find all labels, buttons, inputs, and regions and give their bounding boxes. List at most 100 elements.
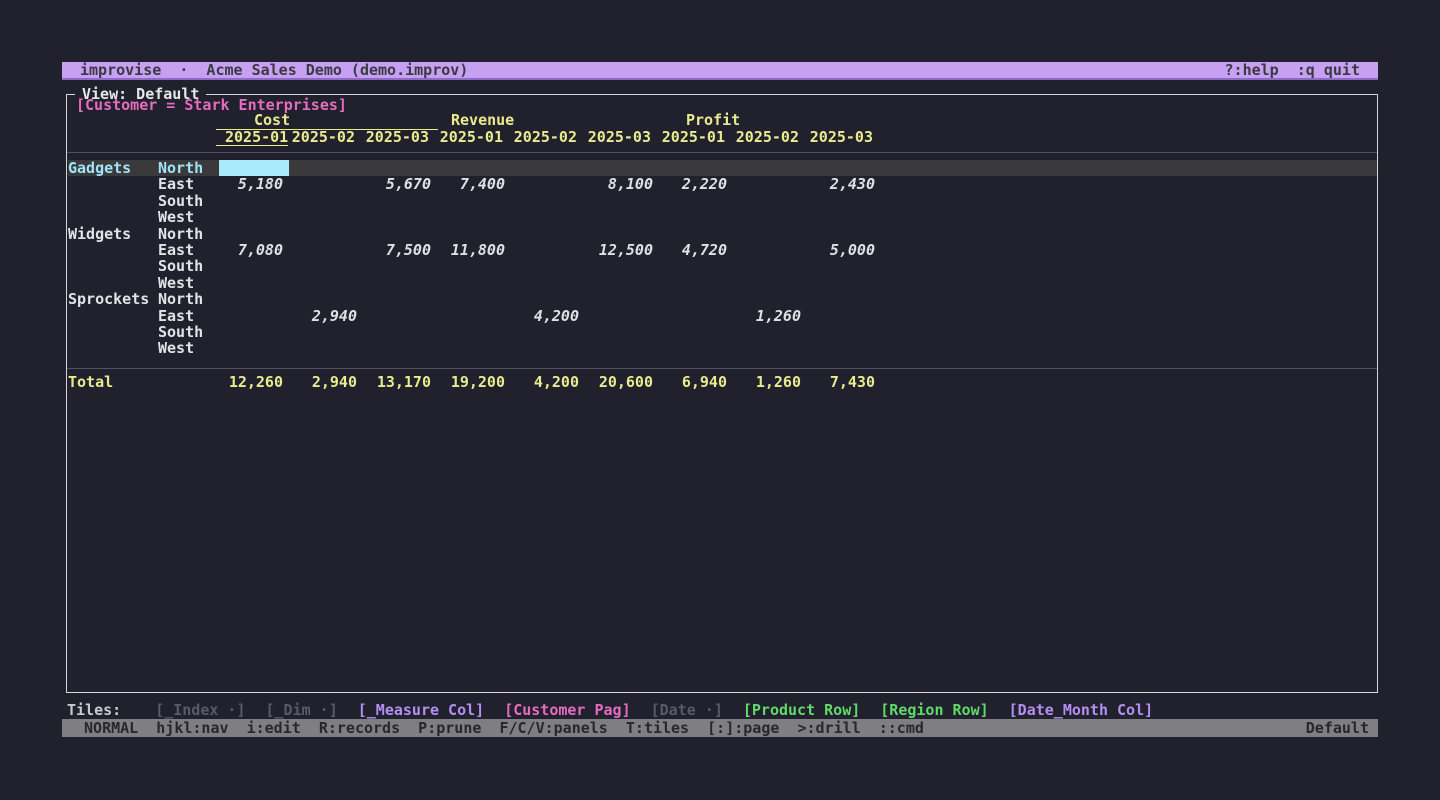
value-cell[interactable]	[734, 176, 808, 192]
value-cell[interactable]	[808, 226, 882, 242]
product-label[interactable]: Widgets	[68, 226, 158, 242]
cursor-cell[interactable]	[219, 160, 289, 176]
value-cell[interactable]	[586, 291, 660, 307]
value-cell[interactable]	[290, 176, 364, 192]
value-cell[interactable]	[660, 193, 734, 209]
tile[interactable]: [Region Row]	[880, 701, 988, 719]
value-cell[interactable]	[216, 275, 290, 291]
region-label[interactable]: West	[158, 209, 216, 225]
value-cell[interactable]	[660, 160, 734, 176]
region-label[interactable]: North	[158, 226, 216, 242]
value-cell[interactable]	[438, 226, 512, 242]
product-label[interactable]	[68, 242, 158, 258]
tile[interactable]: [_Index ·]	[155, 701, 245, 719]
value-cell[interactable]	[290, 193, 364, 209]
value-cell[interactable]	[364, 226, 438, 242]
region-label[interactable]: West	[158, 340, 216, 356]
value-cell[interactable]	[364, 340, 438, 356]
value-cell[interactable]: 8,100	[586, 176, 660, 192]
value-cell[interactable]	[512, 324, 586, 340]
product-label[interactable]	[68, 340, 158, 356]
value-cell[interactable]	[290, 258, 364, 274]
value-cell[interactable]	[512, 275, 586, 291]
value-cell[interactable]	[660, 340, 734, 356]
value-cell[interactable]	[586, 308, 660, 324]
value-cell[interactable]: 7,080	[216, 242, 290, 258]
month-header[interactable]: 2025-02	[734, 129, 808, 146]
tile[interactable]: [_Dim ·]	[266, 701, 338, 719]
value-cell[interactable]: 4,200	[512, 308, 586, 324]
value-cell[interactable]	[438, 291, 512, 307]
product-label[interactable]	[68, 258, 158, 274]
product-label[interactable]	[68, 209, 158, 225]
value-cell[interactable]: 5,180	[216, 176, 290, 192]
value-cell[interactable]	[512, 340, 586, 356]
value-cell[interactable]	[438, 209, 512, 225]
value-cell[interactable]	[660, 308, 734, 324]
value-cell[interactable]	[512, 160, 586, 176]
value-cell[interactable]	[438, 258, 512, 274]
value-cell[interactable]	[290, 324, 364, 340]
value-cell[interactable]	[660, 291, 734, 307]
value-cell[interactable]	[734, 209, 808, 225]
value-cell[interactable]	[290, 242, 364, 258]
region-label[interactable]: East	[158, 176, 216, 192]
region-label[interactable]: West	[158, 275, 216, 291]
value-cell[interactable]	[216, 258, 290, 274]
value-cell[interactable]	[734, 226, 808, 242]
month-header[interactable]: 2025-01	[438, 129, 512, 146]
value-cell[interactable]	[290, 226, 364, 242]
product-label[interactable]	[68, 193, 158, 209]
value-cell[interactable]	[586, 160, 660, 176]
value-cell[interactable]	[808, 324, 882, 340]
value-cell[interactable]	[438, 193, 512, 209]
value-cell[interactable]: 1,260	[734, 308, 808, 324]
month-header[interactable]: 2025-01	[216, 129, 290, 146]
value-cell[interactable]	[216, 291, 290, 307]
product-label[interactable]: Gadgets	[68, 160, 158, 176]
value-cell[interactable]	[364, 291, 438, 307]
product-label[interactable]: Sprockets	[68, 291, 158, 307]
value-cell[interactable]	[808, 340, 882, 356]
value-cell[interactable]	[290, 275, 364, 291]
value-cell[interactable]	[290, 160, 364, 176]
value-cell[interactable]	[808, 275, 882, 291]
value-cell[interactable]	[734, 193, 808, 209]
value-cell[interactable]	[216, 193, 290, 209]
value-cell[interactable]	[660, 275, 734, 291]
value-cell[interactable]	[660, 324, 734, 340]
value-cell[interactable]	[734, 160, 808, 176]
value-cell[interactable]: 2,940	[290, 308, 364, 324]
tile[interactable]: [Date ·]	[651, 701, 723, 719]
value-cell[interactable]: 4,720	[660, 242, 734, 258]
value-cell[interactable]	[734, 324, 808, 340]
month-header[interactable]: 2025-02	[512, 129, 586, 146]
value-cell[interactable]	[438, 275, 512, 291]
value-cell[interactable]	[808, 308, 882, 324]
value-cell[interactable]	[364, 209, 438, 225]
value-cell[interactable]	[734, 291, 808, 307]
value-cell[interactable]	[290, 291, 364, 307]
value-cell[interactable]	[364, 308, 438, 324]
value-cell[interactable]	[586, 275, 660, 291]
tile[interactable]: [_Measure Col]	[358, 701, 484, 719]
tile[interactable]: [Date_Month Col]	[1009, 701, 1154, 719]
value-cell[interactable]: 7,500	[364, 242, 438, 258]
value-cell[interactable]	[512, 193, 586, 209]
value-cell[interactable]	[808, 209, 882, 225]
value-cell[interactable]	[512, 291, 586, 307]
value-cell[interactable]	[586, 340, 660, 356]
value-cell[interactable]	[808, 160, 882, 176]
value-cell[interactable]	[586, 193, 660, 209]
value-cell[interactable]	[734, 275, 808, 291]
month-header[interactable]: 2025-03	[364, 129, 438, 146]
value-cell[interactable]	[734, 242, 808, 258]
value-cell[interactable]	[438, 324, 512, 340]
value-cell[interactable]: 11,800	[438, 242, 512, 258]
value-cell[interactable]	[364, 258, 438, 274]
tile[interactable]: [Product Row]	[743, 701, 860, 719]
value-cell[interactable]	[290, 340, 364, 356]
value-cell[interactable]: 5,670	[364, 176, 438, 192]
value-cell[interactable]	[660, 226, 734, 242]
region-label[interactable]: South	[158, 258, 216, 274]
